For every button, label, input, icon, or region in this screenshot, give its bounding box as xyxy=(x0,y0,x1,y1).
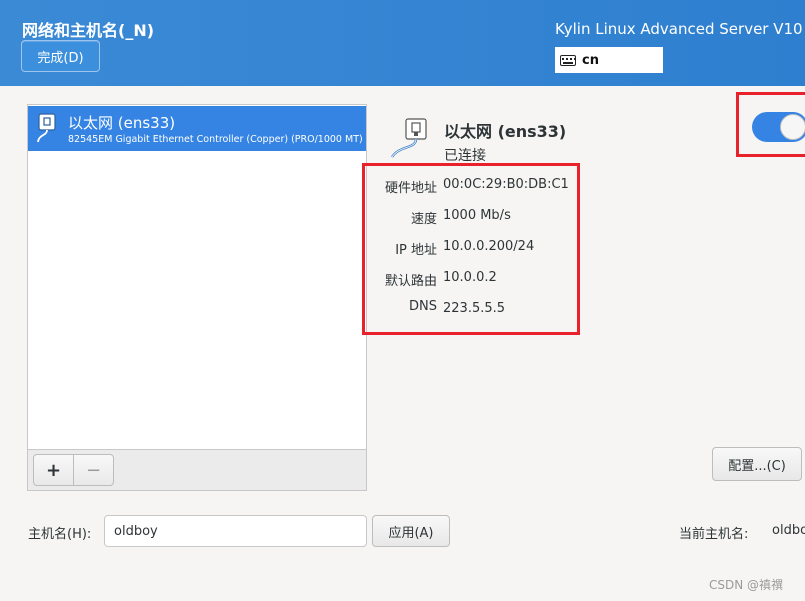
done-button[interactable]: 完成(D) xyxy=(21,40,100,72)
remove-device-button[interactable]: − xyxy=(73,454,114,486)
keyboard-layout-indicator[interactable]: cn xyxy=(555,47,663,73)
current-hostname-label: 当前主机名: xyxy=(679,527,749,542)
ethernet-icon xyxy=(37,113,56,143)
hostname-input[interactable] xyxy=(104,515,367,547)
device-name: 以太网 (ens33) xyxy=(68,114,176,132)
device-list-toolbar: + − xyxy=(27,449,367,491)
ethernet-icon xyxy=(391,118,427,158)
connection-name: 以太网 (ens33) xyxy=(444,122,567,141)
product-name: Kylin Linux Advanced Server V10 安 xyxy=(555,20,805,38)
current-hostname-value: oldboy xyxy=(772,523,805,538)
device-list-item[interactable]: 以太网 (ens33) 82545EM Gigabit Ethernet Con… xyxy=(28,106,366,151)
connection-status: 已连接 xyxy=(444,148,486,164)
annotation-highlight-info xyxy=(362,163,580,335)
add-device-button[interactable]: + xyxy=(33,454,74,486)
configure-button[interactable]: 配置...(C) xyxy=(712,447,802,481)
device-description: 82545EM Gigabit Ethernet Controller (Cop… xyxy=(68,134,363,145)
watermark: CSDN @禛禩 xyxy=(709,578,784,592)
keyboard-icon xyxy=(560,54,576,66)
device-list: 以太网 (ens33) 82545EM Gigabit Ethernet Con… xyxy=(27,104,367,449)
annotation-highlight-toggle xyxy=(736,92,805,157)
header-bar: 网络和主机名(_N) 完成(D) Kylin Linux Advanced Se… xyxy=(0,0,805,86)
page-title: 网络和主机名(_N) xyxy=(22,21,155,40)
hostname-label: 主机名(H): xyxy=(28,527,92,542)
apply-button[interactable]: 应用(A) xyxy=(372,515,450,547)
keyboard-layout-label: cn xyxy=(582,52,599,68)
